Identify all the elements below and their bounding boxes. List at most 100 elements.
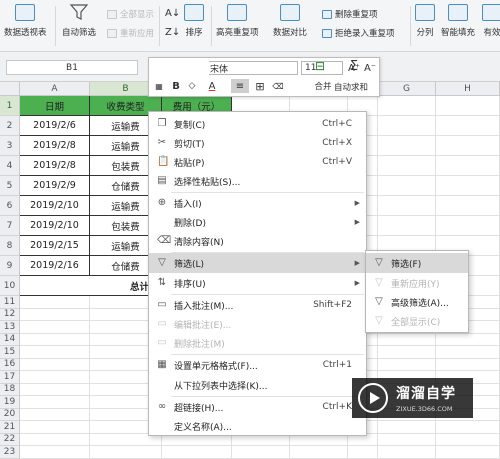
- row-header[interactable]: 12: [0, 308, 20, 321]
- empty-cell[interactable]: [20, 308, 90, 321]
- empty-cell[interactable]: [20, 358, 90, 371]
- menu-item-copy[interactable]: ❐ 复制(C) Ctrl+C: [149, 114, 366, 134]
- split-column-button[interactable]: 分列: [415, 4, 435, 38]
- bold-button[interactable]: B: [169, 79, 183, 93]
- empty-cell[interactable]: [436, 333, 500, 346]
- empty-cell[interactable]: [20, 408, 90, 421]
- data-compare-button[interactable]: 数据对比: [273, 4, 307, 38]
- empty-cell[interactable]: [378, 421, 436, 434]
- row-header[interactable]: 15: [0, 346, 20, 359]
- empty-cell[interactable]: [436, 446, 500, 459]
- date-cell[interactable]: 2019/2/15: [20, 236, 90, 256]
- empty-cell[interactable]: [378, 446, 436, 459]
- menu-item-hyperlink[interactable]: ∞ 超链接(H)... Ctrl+K: [149, 397, 366, 417]
- validity-button[interactable]: 有效: [482, 4, 500, 38]
- empty-cell[interactable]: [378, 96, 436, 116]
- empty-cell[interactable]: [436, 156, 500, 176]
- empty-cell[interactable]: [20, 296, 90, 309]
- row-header[interactable]: 16: [0, 358, 20, 371]
- empty-cell[interactable]: [436, 216, 500, 236]
- menu-item-paste[interactable]: 📋 粘贴(P) Ctrl+V: [149, 152, 366, 172]
- remove-duplicates-button[interactable]: 删除重复项: [322, 8, 378, 20]
- date-cell[interactable]: 2019/2/6: [20, 116, 90, 136]
- row-header[interactable]: 18: [0, 383, 20, 396]
- empty-cell[interactable]: [378, 196, 436, 216]
- menu-item-format-cells[interactable]: ▦ 设置单元格格式(F)... Ctrl+1: [149, 355, 366, 375]
- empty-cell[interactable]: [20, 433, 90, 446]
- clear-format-icon[interactable]: ⌫: [271, 79, 285, 93]
- empty-cell[interactable]: [90, 446, 162, 459]
- empty-cell[interactable]: [436, 358, 500, 371]
- column-header-a[interactable]: A: [20, 82, 90, 96]
- fill-color-icon[interactable]: ◇: [185, 79, 199, 93]
- empty-cell[interactable]: [436, 176, 500, 196]
- menu-item-delete[interactable]: 删除(D) ▶: [149, 212, 366, 232]
- row-header[interactable]: 23: [0, 446, 20, 459]
- align-center-icon[interactable]: ≡: [231, 79, 249, 93]
- menu-item-edit-comment[interactable]: ▭ 编辑批注(E)...: [149, 314, 366, 334]
- select-all-corner[interactable]: [0, 82, 20, 96]
- row-header[interactable]: 8: [0, 236, 20, 256]
- empty-cell[interactable]: [20, 371, 90, 384]
- empty-cell[interactable]: [378, 433, 436, 446]
- empty-cell[interactable]: [378, 136, 436, 156]
- sort-desc-button[interactable]: Z↓: [165, 27, 180, 38]
- empty-cell[interactable]: [162, 446, 232, 459]
- empty-cell[interactable]: [436, 136, 500, 156]
- format-painter-icon[interactable]: ▦: [152, 79, 166, 93]
- row-header[interactable]: 17: [0, 371, 20, 384]
- reject-duplicates-button[interactable]: 拒绝录入重复项: [322, 27, 395, 39]
- empty-cell[interactable]: [436, 421, 500, 434]
- empty-cell[interactable]: [20, 333, 90, 346]
- header-cell-date[interactable]: 日期: [20, 96, 90, 116]
- submenu-item-advanced[interactable]: ▽ 高级筛选(A)...: [366, 292, 468, 312]
- date-cell[interactable]: 2019/2/16: [20, 256, 90, 276]
- autofilter-button[interactable]: 自动筛选: [62, 4, 96, 38]
- empty-cell[interactable]: [20, 346, 90, 359]
- highlight-duplicates-button[interactable]: 高亮重复项: [216, 4, 259, 38]
- empty-cell[interactable]: [290, 446, 348, 459]
- shrink-font-button[interactable]: A⁻: [363, 61, 377, 75]
- show-all-button[interactable]: 全部显示: [107, 8, 154, 20]
- empty-cell[interactable]: [436, 116, 500, 136]
- menu-item-delete-comment[interactable]: ▭ 删除批注(M): [149, 333, 366, 353]
- row-header[interactable]: 2: [0, 116, 20, 136]
- empty-cell[interactable]: [378, 176, 436, 196]
- empty-cell[interactable]: [436, 96, 500, 116]
- empty-cell[interactable]: [232, 446, 290, 459]
- empty-cell[interactable]: [378, 156, 436, 176]
- empty-cell[interactable]: [20, 421, 90, 434]
- date-cell[interactable]: 2019/2/8: [20, 156, 90, 176]
- menu-item-clear[interactable]: ⌫ 清除内容(N): [149, 231, 366, 251]
- sort-asc-button[interactable]: A↓: [165, 8, 180, 19]
- autosum-button[interactable]: 自动求和: [334, 80, 382, 94]
- row-header[interactable]: 13: [0, 321, 20, 334]
- empty-cell[interactable]: [378, 116, 436, 136]
- font-color-icon[interactable]: A: [205, 79, 219, 93]
- row-header[interactable]: 6: [0, 196, 20, 216]
- border-icon[interactable]: ⊞: [253, 79, 267, 93]
- row-header[interactable]: 1: [0, 96, 20, 116]
- empty-cell[interactable]: [20, 321, 90, 334]
- pivot-table-button[interactable]: 数据透视表: [4, 4, 47, 38]
- empty-cell[interactable]: [20, 446, 90, 459]
- empty-cell[interactable]: [378, 216, 436, 236]
- row-header[interactable]: 5: [0, 176, 20, 196]
- name-box[interactable]: B1: [6, 60, 138, 75]
- column-header-h[interactable]: H: [436, 82, 500, 96]
- date-cell[interactable]: 2019/2/8: [20, 136, 90, 156]
- empty-cell[interactable]: [378, 358, 436, 371]
- submenu-item-filter[interactable]: ▽ 筛选(F): [366, 253, 468, 273]
- font-name-select[interactable]: 宋体: [206, 61, 298, 75]
- row-header[interactable]: 11: [0, 296, 20, 309]
- submenu-item-reapply[interactable]: ▽ 重新应用(Y): [366, 273, 468, 293]
- date-cell[interactable]: 2019/2/10: [20, 216, 90, 236]
- menu-item-cut[interactable]: ✂ 剪切(T) Ctrl+X: [149, 133, 366, 153]
- date-cell[interactable]: 2019/2/9: [20, 176, 90, 196]
- menu-item-filter[interactable]: ▽ 筛选(L) ▶: [149, 253, 366, 273]
- row-header[interactable]: 22: [0, 433, 20, 446]
- row-header[interactable]: 7: [0, 216, 20, 236]
- empty-cell[interactable]: [436, 433, 500, 446]
- row-header[interactable]: 14: [0, 333, 20, 346]
- submenu-item-show-all[interactable]: ▽ 全部显示(C): [366, 311, 468, 331]
